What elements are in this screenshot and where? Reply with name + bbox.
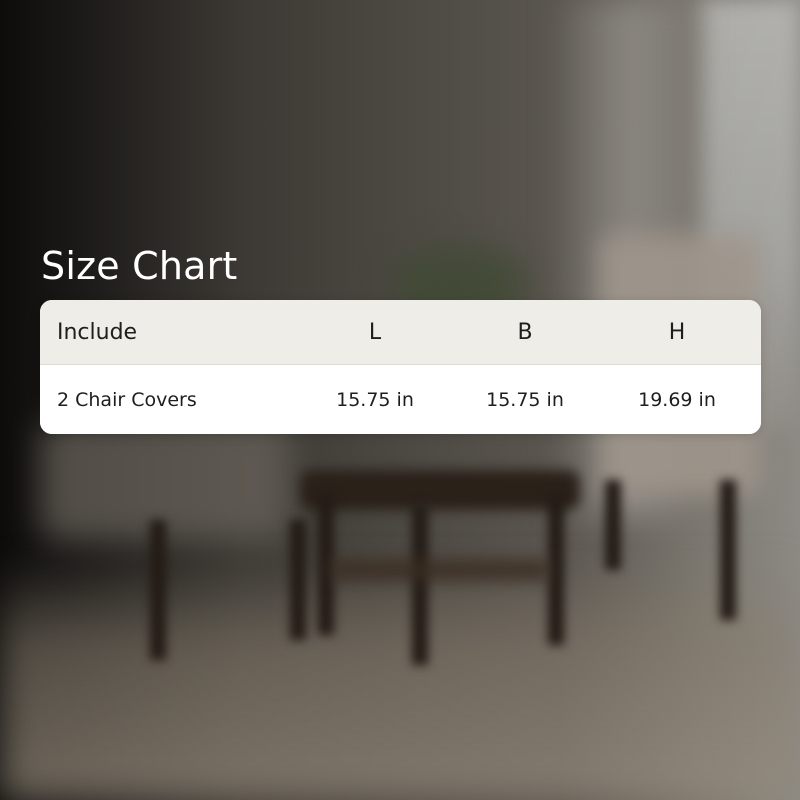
background-chair-leg [605,480,621,570]
table-row: 2 Chair Covers 15.75 in 15.75 in 19.69 i… [40,365,761,434]
column-header-breadth: B [517,319,533,345]
background-table-leg [548,495,564,645]
background-table [300,470,580,510]
background-table-leg [412,505,428,665]
background-chair-leg [290,520,306,640]
cell-length: 15.75 in [336,388,414,411]
size-chart-graphic: Size Chart Include L B H 2 Chair Covers … [0,0,800,800]
page-title: Size Chart [41,244,238,288]
background-table-shelf [330,560,550,580]
cell-include: 2 Chair Covers [57,388,197,411]
table-header-row: Include L B H [40,300,761,365]
size-table: Include L B H 2 Chair Covers 15.75 in 15… [40,300,761,434]
background-chair-leg [150,520,166,660]
background-floor [0,560,800,800]
cell-breadth: 15.75 in [486,388,564,411]
column-header-include: Include [57,319,138,345]
column-header-height: H [668,319,686,345]
background-chair-leg [720,480,736,620]
column-header-length: L [368,319,382,345]
cell-height: 19.69 in [638,388,716,411]
